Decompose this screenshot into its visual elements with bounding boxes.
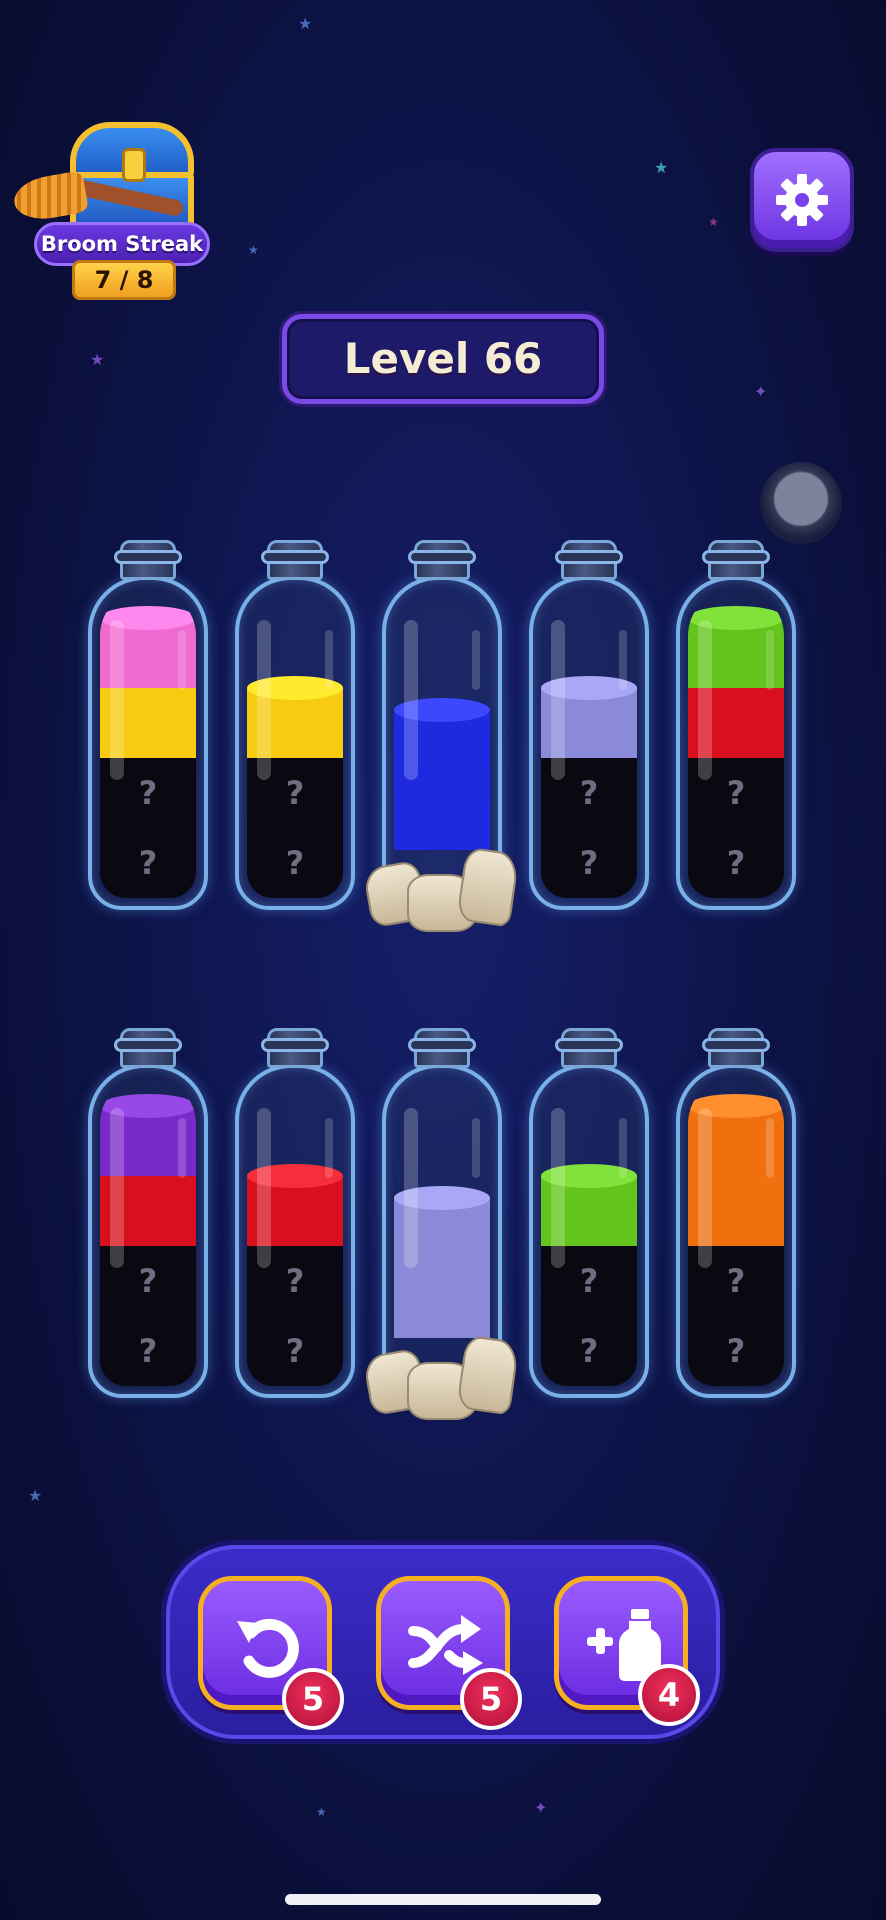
bottle[interactable]: ?? bbox=[529, 540, 649, 910]
bottle-rim bbox=[114, 550, 182, 564]
hidden-layer: ? bbox=[688, 1316, 784, 1386]
star-decoration: ★ bbox=[28, 1486, 43, 1505]
glass-highlight bbox=[698, 620, 712, 780]
bottle-rim bbox=[555, 1038, 623, 1052]
glass-highlight bbox=[472, 1118, 480, 1178]
star-decoration: ★ bbox=[90, 350, 105, 369]
gear-icon bbox=[776, 174, 828, 226]
bottle-glass: ?? bbox=[235, 576, 355, 910]
unknown-layer-mark: ? bbox=[726, 844, 746, 882]
settings-button[interactable] bbox=[750, 148, 854, 252]
rock-piece bbox=[456, 846, 520, 928]
star-decoration: ✦ bbox=[754, 382, 768, 401]
hidden-layer: ? bbox=[247, 828, 343, 898]
chest-lock-icon bbox=[122, 148, 146, 182]
add-bottle-count-badge: 4 bbox=[638, 1664, 700, 1726]
unknown-layer-mark: ? bbox=[726, 1332, 746, 1370]
glass-highlight bbox=[619, 1118, 627, 1178]
rock-piece bbox=[456, 1334, 520, 1416]
bottle-glass: ?? bbox=[676, 1064, 796, 1398]
unknown-layer-mark: ? bbox=[138, 844, 158, 882]
assistive-touch-button[interactable] bbox=[760, 462, 842, 544]
rock-obstacle bbox=[362, 840, 520, 932]
unknown-layer-mark: ? bbox=[285, 1332, 305, 1370]
shuffle-count-badge: 5 bbox=[460, 1668, 522, 1730]
glass-highlight bbox=[551, 1108, 565, 1268]
broom-streak-badge[interactable]: Broom Streak 7 / 8 bbox=[10, 118, 212, 303]
home-indicator[interactable] bbox=[285, 1894, 601, 1905]
bottle[interactable] bbox=[362, 540, 520, 932]
glass-highlight bbox=[325, 630, 333, 690]
bottle-rim bbox=[408, 1038, 476, 1052]
bottle-rim bbox=[261, 550, 329, 564]
hidden-layer: ? bbox=[541, 1316, 637, 1386]
star-decoration: ★ bbox=[298, 14, 313, 33]
hidden-layer: ? bbox=[247, 1316, 343, 1386]
glass-highlight bbox=[404, 620, 418, 780]
glass-highlight bbox=[766, 630, 774, 690]
bottle-glass: ?? bbox=[529, 1064, 649, 1398]
unknown-layer-mark: ? bbox=[138, 1332, 158, 1370]
hidden-layer: ? bbox=[688, 828, 784, 898]
broom-streak-progress: 7 / 8 bbox=[72, 260, 176, 300]
star-decoration: ★ bbox=[248, 243, 259, 257]
glass-highlight bbox=[404, 1108, 418, 1268]
bottle-rim bbox=[408, 550, 476, 564]
bottle-glass: ?? bbox=[529, 576, 649, 910]
glass-highlight bbox=[178, 1118, 186, 1178]
unknown-layer-mark: ? bbox=[579, 844, 599, 882]
level-indicator: Level 66 bbox=[282, 314, 604, 404]
unknown-layer-mark: ? bbox=[285, 844, 305, 882]
star-decoration: ★ bbox=[654, 158, 669, 177]
hidden-layer: ? bbox=[100, 828, 196, 898]
bottle-rim bbox=[702, 550, 770, 564]
glass-highlight bbox=[257, 1108, 271, 1268]
bottle[interactable]: ?? bbox=[676, 540, 796, 910]
glass-highlight bbox=[472, 630, 480, 690]
star-decoration: ★ bbox=[316, 1805, 327, 1819]
bottle[interactable]: ?? bbox=[235, 540, 355, 910]
bottle-glass: ?? bbox=[88, 576, 208, 910]
glass-highlight bbox=[110, 620, 124, 780]
bottle-rim bbox=[261, 1038, 329, 1052]
bottle[interactable]: ?? bbox=[88, 540, 208, 910]
bottle[interactable]: ?? bbox=[676, 1028, 796, 1398]
bottle-rim bbox=[555, 550, 623, 564]
glass-highlight bbox=[110, 1108, 124, 1268]
unknown-layer-mark: ? bbox=[579, 1332, 599, 1370]
star-decoration: ✦ bbox=[534, 1798, 548, 1817]
glass-highlight bbox=[698, 1108, 712, 1268]
star-decoration: ★ bbox=[708, 215, 719, 229]
glass-highlight bbox=[551, 620, 565, 780]
bottle[interactable] bbox=[362, 1028, 520, 1420]
bottle-glass: ?? bbox=[88, 1064, 208, 1398]
glass-highlight bbox=[766, 1118, 774, 1178]
hidden-layer: ? bbox=[100, 1316, 196, 1386]
glass-highlight bbox=[178, 630, 186, 690]
bottle-rim bbox=[702, 1038, 770, 1052]
rock-obstacle bbox=[362, 1328, 520, 1420]
bottle-glass: ?? bbox=[235, 1064, 355, 1398]
undo-count-badge: 5 bbox=[282, 1668, 344, 1730]
bottle-rim bbox=[114, 1038, 182, 1052]
bottle-glass: ?? bbox=[676, 576, 796, 910]
level-label: Level 66 bbox=[343, 334, 543, 383]
glass-highlight bbox=[619, 630, 627, 690]
glass-highlight bbox=[325, 1118, 333, 1178]
bottle[interactable]: ?? bbox=[529, 1028, 649, 1398]
bottle[interactable]: ?? bbox=[88, 1028, 208, 1398]
bottle[interactable]: ?? bbox=[235, 1028, 355, 1398]
glass-highlight bbox=[257, 620, 271, 780]
hidden-layer: ? bbox=[541, 828, 637, 898]
